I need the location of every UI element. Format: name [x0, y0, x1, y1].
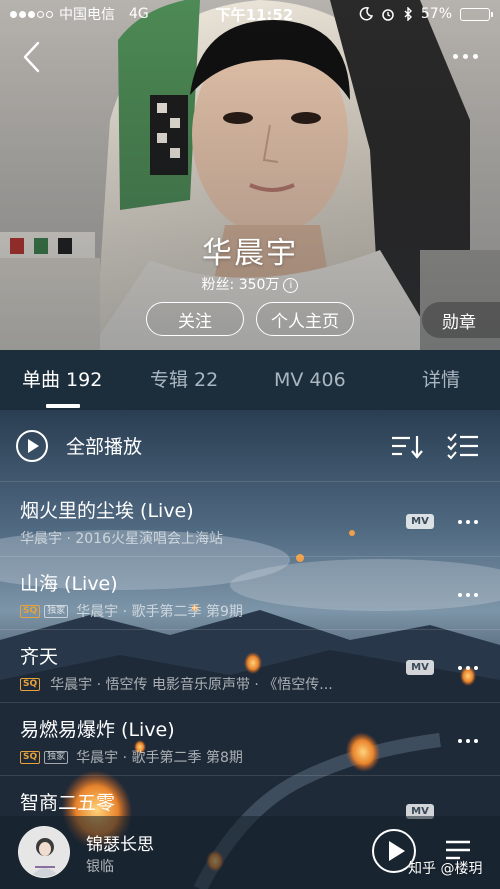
song-meta: SQ 独家 华晨宇 · 歌手第二季 第9期 — [20, 601, 243, 621]
battery-icon — [460, 7, 493, 21]
tab-mv-label: MV 406 — [274, 369, 346, 391]
chevron-left-icon — [23, 41, 40, 73]
tab-songs-label: 单曲 192 — [22, 369, 103, 391]
song-meta-text: 华晨宇 · 2016火星演唱会上海站 — [20, 531, 223, 547]
multi-select-icon[interactable] — [446, 432, 480, 460]
info-icon[interactable]: i — [283, 278, 299, 293]
artist-name: 华晨宇 — [202, 236, 298, 271]
carrier-label: 中国电信 — [59, 7, 115, 23]
tab-songs[interactable]: 单曲 192 — [22, 350, 150, 410]
status-time: 下午11:52 — [215, 5, 294, 24]
battery-percent: 57% — [420, 6, 452, 22]
fan-count-label: 粉丝: 350万 — [201, 277, 280, 293]
song-title: 山海 (Live) — [20, 573, 118, 595]
song-meta: SQ 华晨宇 · 悟空传 电影音乐原声带 · 《悟空传... — [20, 674, 333, 694]
network-label: 4G — [129, 6, 149, 22]
moon-icon — [359, 7, 373, 21]
homepage-button[interactable]: 个人主页 — [256, 302, 354, 336]
player-song-title: 锦瑟长思 — [86, 835, 154, 855]
more-options-button[interactable] — [448, 46, 482, 66]
follow-button[interactable]: 关注 — [146, 302, 244, 336]
album-cover[interactable] — [18, 826, 70, 878]
song-more-button[interactable] — [458, 593, 478, 597]
mv-badge[interactable]: MV — [406, 514, 434, 529]
watermark: 知乎 @楼玥 — [408, 861, 483, 877]
tab-albums[interactable]: 专辑 22 — [150, 350, 274, 410]
song-more-button[interactable] — [458, 520, 478, 524]
song-title: 烟火里的尘埃 (Live) — [20, 500, 194, 522]
song-meta-text: 华晨宇 · 歌手第二季 第8期 — [76, 750, 243, 766]
tab-mv[interactable]: MV 406 — [274, 350, 414, 410]
player-artist: 银临 — [86, 859, 114, 875]
medal-button[interactable]: 勋章 — [422, 302, 500, 338]
exclusive-badge: 独家 — [44, 604, 69, 618]
song-title: 齐天 — [20, 646, 59, 668]
song-row[interactable]: 烟火里的尘埃 (Live) 华晨宇 · 2016火星演唱会上海站 MV — [0, 484, 500, 557]
song-meta-text: 华晨宇 · 悟空传 电影音乐原声带 · 《悟空传... — [50, 677, 333, 693]
song-row[interactable]: 易燃易爆炸 (Live) SQ 独家 华晨宇 · 歌手第二季 第8期 — [0, 703, 500, 776]
sq-badge: SQ — [20, 677, 41, 691]
song-meta: SQ 独家 华晨宇 · 歌手第二季 第8期 — [20, 747, 243, 767]
more-dots-icon — [452, 53, 458, 59]
mini-player[interactable]: 锦瑟长思 银临 知乎 @楼玥 — [0, 816, 500, 889]
sq-badge: SQ — [20, 750, 41, 764]
play-all-label: 全部播放 — [66, 436, 143, 458]
fan-count: 粉丝: 350万 i — [0, 274, 500, 294]
tab-bar: 单曲 192 专辑 22 MV 406 详情 — [0, 350, 500, 410]
tab-details-label: 详情 — [421, 369, 460, 391]
song-title: 易燃易爆炸 (Live) — [20, 719, 175, 741]
song-title: 智商二五零 — [20, 792, 116, 814]
alarm-icon — [382, 9, 394, 21]
signal-strength-icon — [10, 10, 53, 18]
active-tab-indicator — [46, 404, 80, 408]
song-row[interactable]: 齐天 SQ 华晨宇 · 悟空传 电影音乐原声带 · 《悟空传... MV — [0, 630, 500, 703]
artist-hero: 中国电信 4G 下午11:52 57% 华晨宇 粉丝: 350万 i 关注 个人主… — [0, 0, 500, 350]
status-bar: 中国电信 4G 下午11:52 57% — [0, 0, 500, 28]
play-circle-icon — [16, 429, 48, 462]
tab-details[interactable]: 详情 — [414, 350, 478, 410]
tab-albums-label: 专辑 22 — [150, 369, 219, 391]
mv-badge[interactable]: MV — [406, 660, 434, 675]
song-more-button[interactable] — [458, 739, 478, 743]
artist-photo — [0, 0, 500, 350]
song-more-button[interactable] — [458, 666, 478, 670]
song-meta-text: 华晨宇 · 歌手第二季 第9期 — [76, 604, 243, 620]
sort-icon[interactable] — [390, 432, 424, 460]
bluetooth-icon — [404, 7, 412, 21]
back-button[interactable] — [18, 40, 48, 74]
sq-badge: SQ — [20, 604, 41, 618]
play-all-row[interactable]: 全部播放 — [0, 410, 500, 482]
song-meta: 华晨宇 · 2016火星演唱会上海站 — [20, 528, 223, 548]
song-row[interactable]: 山海 (Live) SQ 独家 华晨宇 · 歌手第二季 第9期 — [0, 557, 500, 630]
exclusive-badge: 独家 — [44, 750, 69, 764]
album-cover-art — [19, 827, 69, 877]
